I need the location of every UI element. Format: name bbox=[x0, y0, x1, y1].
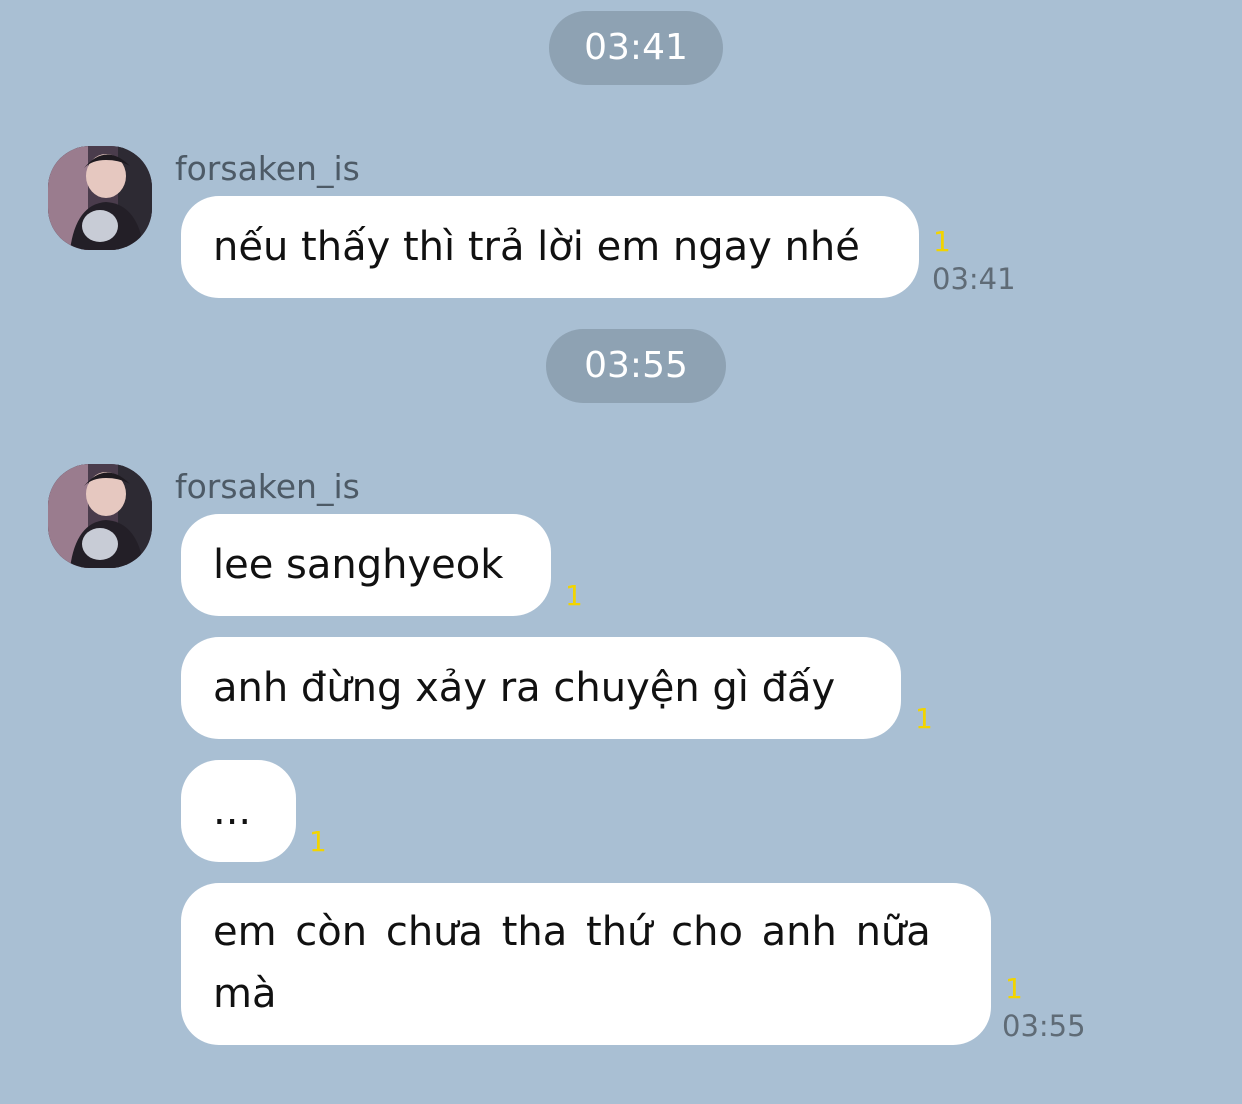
message-bubble[interactable]: lee sanghyeok bbox=[181, 514, 551, 616]
time-separator: 03:55 bbox=[546, 329, 726, 403]
time-separator: 03:41 bbox=[549, 11, 723, 85]
message-time: 03:55 bbox=[1002, 1009, 1086, 1043]
message-bubble[interactable]: em còn chưa tha thứ cho anh nữa mà bbox=[181, 883, 991, 1045]
time-separator-label: 03:41 bbox=[584, 27, 688, 68]
profile-photo-icon bbox=[48, 464, 152, 568]
sender-avatar[interactable] bbox=[48, 464, 152, 568]
time-separator-label: 03:55 bbox=[584, 345, 688, 386]
message-text: anh đừng xảy ra chuyện gì đấy bbox=[213, 665, 836, 711]
sender-avatar[interactable] bbox=[48, 146, 152, 250]
sender-name: forsaken_is bbox=[175, 467, 360, 506]
message-bubble[interactable]: anh đừng xảy ra chuyện gì đấy bbox=[181, 637, 901, 739]
message-text: lee sanghyeok bbox=[213, 542, 504, 588]
unread-count: 1 bbox=[565, 579, 583, 612]
unread-count: 1 bbox=[915, 702, 933, 735]
message-text: em còn chưa tha thứ cho anh nữa bbox=[213, 909, 931, 955]
message-bubble[interactable]: ... bbox=[181, 760, 296, 862]
message-bubble[interactable]: nếu thấy thì trả lời em ngay nhé bbox=[181, 196, 919, 298]
message-time: 03:41 bbox=[932, 262, 1016, 296]
unread-count: 1 bbox=[309, 825, 327, 858]
unread-count: 1 bbox=[1005, 972, 1023, 1005]
message-text: nếu thấy thì trả lời em ngay nhé bbox=[213, 224, 860, 270]
message-text: ... bbox=[213, 788, 252, 834]
message-text-continued: mà bbox=[213, 971, 277, 1017]
sender-name: forsaken_is bbox=[175, 149, 360, 188]
profile-photo-icon bbox=[48, 146, 152, 250]
unread-count: 1 bbox=[933, 225, 951, 258]
